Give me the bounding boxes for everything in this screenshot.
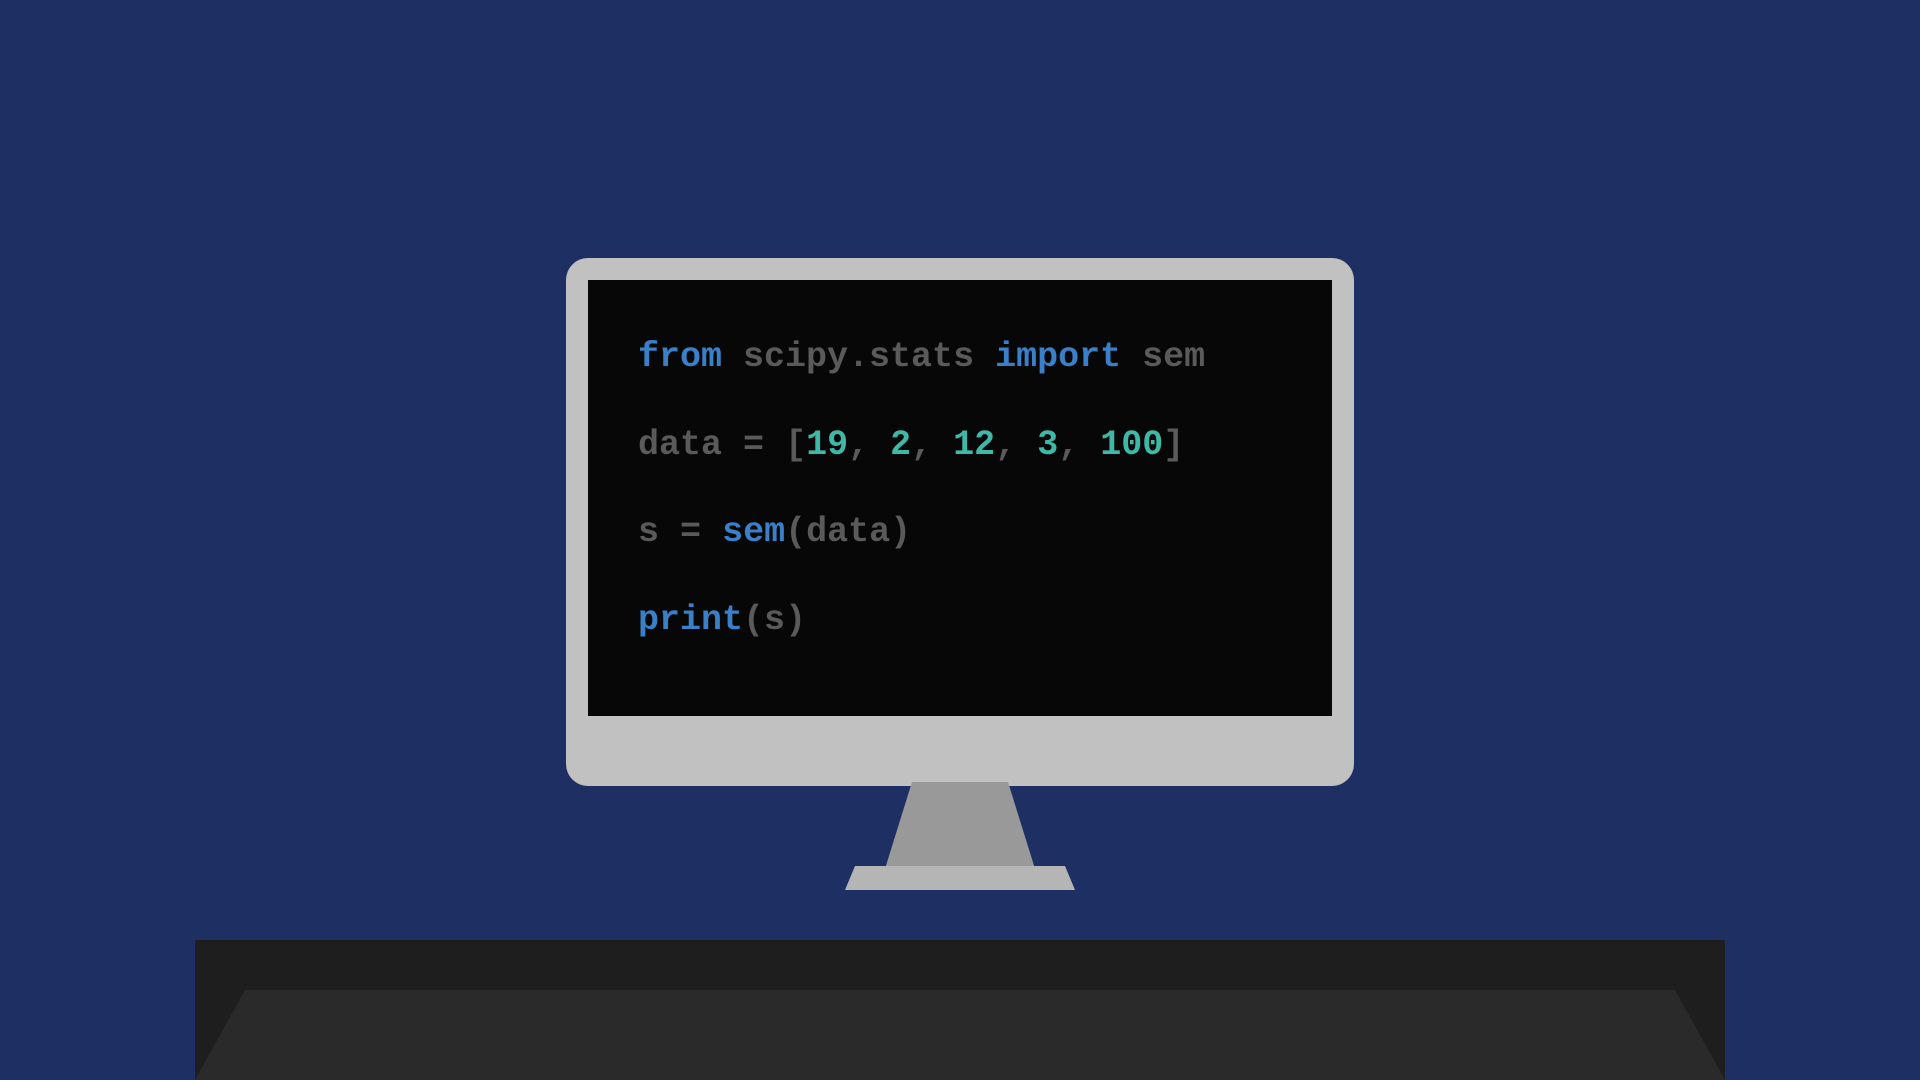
keyword-from: from xyxy=(638,337,722,377)
comma: , xyxy=(1058,425,1079,465)
comma: , xyxy=(995,425,1016,465)
keyword-import: import xyxy=(995,337,1121,377)
desk-top xyxy=(195,990,1725,1080)
paren-close: ) xyxy=(890,512,911,552)
monitor-stand-base xyxy=(845,866,1075,890)
number-literal: 100 xyxy=(1100,425,1163,465)
bracket-open: [ xyxy=(785,425,806,465)
argument-data: data xyxy=(806,512,890,552)
paren-close: ) xyxy=(785,600,806,640)
comma: , xyxy=(911,425,932,465)
import-name: sem xyxy=(1142,337,1205,377)
number-literal: 2 xyxy=(890,425,911,465)
comma: , xyxy=(848,425,869,465)
paren-open: ( xyxy=(743,600,764,640)
number-literal: 12 xyxy=(953,425,995,465)
variable-data: data xyxy=(638,425,722,465)
code-line-4: print(s) xyxy=(638,598,1282,644)
code-line-3: s = sem(data) xyxy=(638,510,1282,556)
bracket-close: ] xyxy=(1163,425,1184,465)
function-print: print xyxy=(638,600,743,640)
function-sem: sem xyxy=(722,512,785,552)
code-line-2: data = [19, 2, 12, 3, 100] xyxy=(638,423,1282,469)
number-literal: 3 xyxy=(1037,425,1058,465)
operator-equals: = xyxy=(743,425,764,465)
code-screen: from scipy.stats import sem data = [19, … xyxy=(588,280,1332,716)
monitor-body: from scipy.stats import sem data = [19, … xyxy=(566,258,1354,786)
module-name: scipy.stats xyxy=(743,337,974,377)
paren-open: ( xyxy=(785,512,806,552)
argument-s: s xyxy=(764,600,785,640)
monitor: from scipy.stats import sem data = [19, … xyxy=(566,258,1354,786)
operator-equals: = xyxy=(680,512,701,552)
monitor-stand-neck xyxy=(884,782,1036,872)
code-line-1: from scipy.stats import sem xyxy=(638,335,1282,381)
variable-s: s xyxy=(638,512,659,552)
number-literal: 19 xyxy=(806,425,848,465)
